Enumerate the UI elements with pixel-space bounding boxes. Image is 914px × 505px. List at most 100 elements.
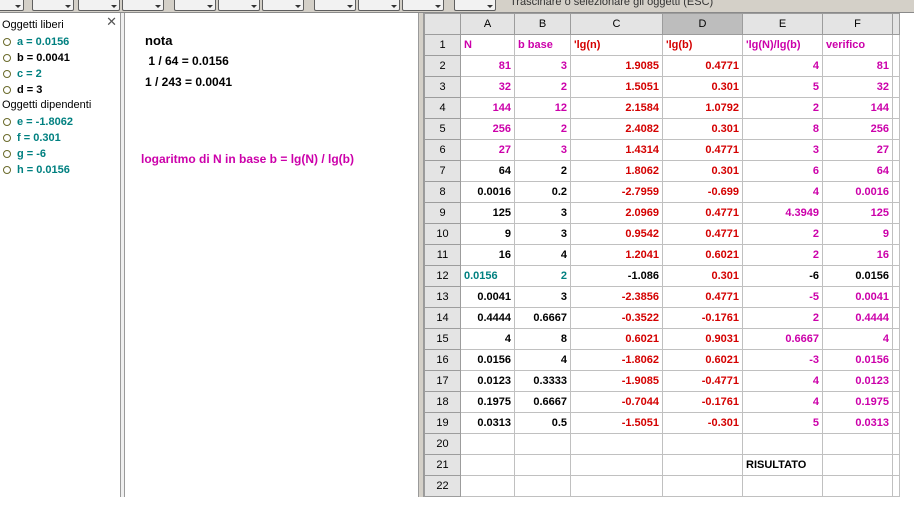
table-cell[interactable]: 2 — [742, 244, 823, 266]
conic-tool-icon[interactable] — [262, 0, 304, 11]
table-cell[interactable]: 0.0016 — [460, 181, 515, 203]
table-cell[interactable] — [892, 412, 900, 434]
table-cell[interactable]: 0.1975 — [460, 391, 515, 413]
table-cell[interactable]: 8 — [742, 118, 823, 140]
table-cell[interactable]: 0.5 — [514, 412, 571, 434]
column-header-e[interactable]: E — [742, 13, 823, 35]
table-cell[interactable] — [822, 454, 893, 476]
table-cell[interactable]: 1.5051 — [570, 76, 663, 98]
table-cell[interactable] — [514, 454, 571, 476]
table-cell[interactable]: 0.6021 — [662, 244, 743, 266]
table-cell[interactable]: 4 — [742, 181, 823, 203]
table-cell[interactable] — [514, 433, 571, 455]
row-header[interactable]: 16 — [424, 349, 461, 371]
table-cell[interactable]: 0.6021 — [662, 349, 743, 371]
row-header[interactable]: 10 — [424, 223, 461, 245]
table-cell[interactable]: 12 — [514, 97, 571, 119]
table-cell[interactable] — [662, 433, 743, 455]
table-cell[interactable]: 0.4444 — [460, 307, 515, 329]
table-cell[interactable]: 'lg(N)/lg(b) — [742, 34, 823, 56]
row-header[interactable]: 14 — [424, 307, 461, 329]
visibility-radio-icon[interactable] — [3, 54, 11, 62]
table-cell[interactable]: 0.9031 — [662, 328, 743, 350]
table-cell[interactable]: 'lg(n) — [570, 34, 663, 56]
table-cell[interactable]: -0.699 — [662, 181, 743, 203]
row-header[interactable]: 17 — [424, 370, 461, 392]
algebra-object[interactable]: a = 0.0156 — [3, 35, 69, 49]
row-header[interactable]: 3 — [424, 76, 461, 98]
table-cell[interactable]: 0.0156 — [822, 349, 893, 371]
table-cell[interactable]: 0.4771 — [662, 55, 743, 77]
table-cell[interactable]: 3 — [514, 55, 571, 77]
algebra-object[interactable]: b = 0.0041 — [3, 51, 70, 65]
table-cell[interactable] — [892, 118, 900, 140]
table-cell[interactable]: 0.0041 — [822, 286, 893, 308]
table-cell[interactable]: 9 — [822, 223, 893, 245]
table-cell[interactable] — [892, 286, 900, 308]
column-header-f[interactable]: F — [822, 13, 893, 35]
row-header[interactable]: 15 — [424, 328, 461, 350]
table-cell[interactable]: 0.6021 — [570, 328, 663, 350]
algebra-object[interactable]: h = 0.0156 — [3, 163, 70, 177]
table-cell[interactable]: 2.0969 — [570, 202, 663, 224]
table-cell[interactable] — [822, 475, 893, 497]
table-cell[interactable] — [892, 349, 900, 371]
table-cell[interactable] — [892, 202, 900, 224]
perpendicular-tool-icon[interactable] — [122, 0, 164, 11]
table-cell[interactable]: -1.9085 — [570, 370, 663, 392]
table-cell[interactable]: 3 — [514, 139, 571, 161]
table-cell[interactable]: -2.3856 — [570, 286, 663, 308]
table-cell[interactable]: 5 — [742, 412, 823, 434]
table-cell[interactable]: 2.1584 — [570, 97, 663, 119]
table-cell[interactable] — [892, 433, 900, 455]
table-cell[interactable]: 64 — [460, 160, 515, 182]
free-objects-header[interactable]: Oggetti liberi — [2, 19, 64, 31]
table-cell[interactable]: 32 — [822, 76, 893, 98]
move-tool-icon[interactable] — [0, 0, 24, 11]
table-cell[interactable]: -1.086 — [570, 265, 663, 287]
column-header-extra[interactable] — [892, 13, 900, 35]
row-header[interactable]: 22 — [424, 475, 461, 497]
table-cell[interactable] — [892, 76, 900, 98]
table-cell[interactable]: 9 — [460, 223, 515, 245]
row-header[interactable]: 19 — [424, 412, 461, 434]
visibility-radio-icon[interactable] — [3, 38, 11, 46]
line-tool-icon[interactable] — [78, 0, 120, 11]
table-cell[interactable]: 2 — [514, 265, 571, 287]
corner-cell[interactable] — [424, 13, 461, 35]
row-header[interactable]: 5 — [424, 118, 461, 140]
table-cell[interactable]: 0.0156 — [460, 349, 515, 371]
table-cell[interactable]: 2 — [742, 223, 823, 245]
slider-tool-icon[interactable] — [402, 0, 444, 11]
table-cell[interactable]: 0.0016 — [822, 181, 893, 203]
table-cell[interactable] — [570, 475, 663, 497]
table-cell[interactable]: verifico — [822, 34, 893, 56]
row-header[interactable]: 21 — [424, 454, 461, 476]
table-cell[interactable]: -0.4771 — [662, 370, 743, 392]
table-cell[interactable]: 125 — [822, 202, 893, 224]
table-cell[interactable]: b base — [514, 34, 571, 56]
table-cell[interactable]: 0.0123 — [822, 370, 893, 392]
table-cell[interactable]: 81 — [822, 55, 893, 77]
table-cell[interactable]: 4 — [742, 391, 823, 413]
table-cell[interactable]: 4.3949 — [742, 202, 823, 224]
text-line-2[interactable]: 1 / 243 = 0.0041 — [145, 75, 232, 89]
algebra-object[interactable]: d = 3 — [3, 83, 42, 97]
table-cell[interactable] — [514, 475, 571, 497]
reflect-tool-icon[interactable] — [358, 0, 400, 11]
table-cell[interactable]: 256 — [822, 118, 893, 140]
table-cell[interactable]: 125 — [460, 202, 515, 224]
table-cell[interactable]: 144 — [460, 97, 515, 119]
row-header[interactable]: 7 — [424, 160, 461, 182]
table-cell[interactable] — [742, 433, 823, 455]
text-line-1[interactable]: 1 / 64 = 0.0156 — [145, 54, 228, 68]
row-header[interactable]: 18 — [424, 391, 461, 413]
visibility-radio-icon[interactable] — [3, 134, 11, 142]
table-cell[interactable]: 3 — [514, 223, 571, 245]
table-cell[interactable] — [892, 307, 900, 329]
table-cell[interactable]: 2 — [514, 76, 571, 98]
table-cell[interactable]: -0.7044 — [570, 391, 663, 413]
table-cell[interactable] — [892, 391, 900, 413]
row-header[interactable]: 11 — [424, 244, 461, 266]
table-cell[interactable] — [892, 244, 900, 266]
